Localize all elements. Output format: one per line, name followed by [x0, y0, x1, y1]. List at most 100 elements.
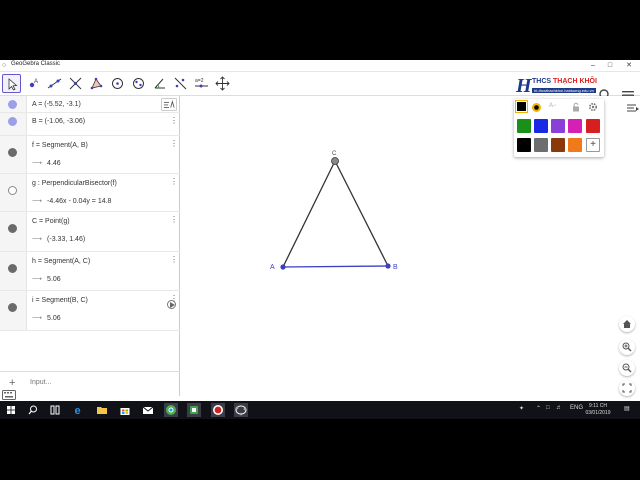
search-taskbar-icon[interactable]: [26, 403, 40, 417]
algebra-value: ⟶(-3.33, 1.46): [32, 235, 85, 243]
home-view-button[interactable]: [619, 316, 635, 332]
svg-text:A: A: [34, 79, 38, 85]
keyboard-icon[interactable]: [2, 390, 16, 400]
algebra-style-button[interactable]: [161, 98, 177, 111]
minimize-button[interactable]: –: [586, 60, 600, 72]
chrome-icon[interactable]: [164, 403, 178, 417]
visibility-toggle[interactable]: [8, 303, 17, 312]
algebra-value-text: 5.06: [47, 276, 61, 283]
notifications-icon[interactable]: ▤: [624, 405, 630, 412]
segment-f[interactable]: [283, 266, 388, 267]
label-style-button[interactable]: A−: [549, 103, 557, 109]
more-options-icon[interactable]: ⋮: [170, 177, 174, 187]
file-explorer-icon[interactable]: [95, 403, 109, 417]
home-icon: [622, 319, 632, 329]
circle-tool[interactable]: [108, 74, 127, 93]
line-tool[interactable]: [45, 74, 64, 93]
color-swatch[interactable]: [517, 119, 531, 133]
algebra-input-row[interactable]: +: [0, 371, 180, 396]
color-swatch[interactable]: [586, 119, 600, 133]
visibility-toggle[interactable]: [8, 186, 17, 195]
segment-i[interactable]: [335, 161, 388, 266]
visibility-toggle[interactable]: [8, 148, 17, 157]
mail-icon[interactable]: [141, 403, 155, 417]
move-graphics-tool[interactable]: [213, 74, 232, 93]
maximize-button[interactable]: □: [603, 60, 617, 72]
screen-recorder-icon[interactable]: [211, 403, 225, 417]
volume-icon[interactable]: ♬: [556, 405, 562, 411]
angle-tool[interactable]: [150, 74, 169, 93]
animation-play-button[interactable]: [167, 300, 176, 309]
algebra-row[interactable]: B = (-1.06, -3.06) ⋮: [0, 113, 180, 136]
lock-icon[interactable]: [571, 102, 581, 112]
visibility-toggle[interactable]: [8, 117, 17, 126]
perpendicular-line-tool[interactable]: [66, 74, 85, 93]
ellipse-tool[interactable]: [129, 74, 148, 93]
slider-tool[interactable]: a=2: [192, 74, 211, 93]
network-icon[interactable]: □: [546, 405, 550, 411]
school-logo: H THCS THẠCH KHÔI ht-thcsthachkhoi.haidu…: [516, 75, 600, 97]
gear-icon[interactable]: [588, 102, 598, 112]
algebra-definition[interactable]: B = (-1.06, -3.06): [32, 118, 85, 125]
algebra-row[interactable]: A = (-5.52, -3.1): [0, 96, 180, 113]
algebra-input[interactable]: [30, 379, 170, 386]
visibility-toggle[interactable]: [8, 264, 17, 273]
more-options-icon[interactable]: ⋮: [170, 139, 174, 149]
polygon-tool[interactable]: [87, 74, 106, 93]
geogebra-taskbar-icon[interactable]: [234, 403, 248, 417]
edge-browser-icon[interactable]: e: [72, 403, 86, 417]
point-icon: A: [26, 76, 41, 91]
algebra-row[interactable]: C = Point(g) ⟶(-3.33, 1.46) ⋮: [0, 212, 180, 252]
algebra-definition[interactable]: h = Segment(A, C): [32, 258, 90, 265]
algebra-definition[interactable]: i = Segment(B, C): [32, 297, 88, 304]
color-swatch[interactable]: [568, 119, 582, 133]
zoom-in-button[interactable]: [619, 339, 635, 355]
more-options-icon[interactable]: ⋮: [170, 116, 174, 126]
algebra-row[interactable]: f = Segment(A, B) ⟶4.46 ⋮: [0, 136, 180, 174]
point-style-icon[interactable]: [531, 102, 542, 113]
add-input-icon[interactable]: +: [9, 377, 15, 389]
visibility-toggle[interactable]: [8, 100, 17, 109]
color-button[interactable]: [516, 101, 527, 112]
green-app-icon[interactable]: [187, 403, 201, 417]
visibility-toggle[interactable]: [8, 224, 17, 233]
people-icon[interactable]: ✦: [519, 405, 524, 412]
algebra-row[interactable]: i = Segment(B, C)⟶5.06⋮: [0, 291, 180, 331]
more-options-icon[interactable]: ⋮: [170, 255, 174, 265]
store-icon[interactable]: [118, 403, 132, 417]
color-swatch[interactable]: [534, 119, 548, 133]
segment-h[interactable]: [283, 161, 335, 267]
windows-start-icon[interactable]: [4, 403, 18, 417]
point-c-label: C: [332, 151, 337, 157]
graphics-style-bar-toggle[interactable]: [625, 103, 639, 115]
tray-chevron-icon[interactable]: ⌃: [536, 405, 541, 412]
algebra-definition[interactable]: f = Segment(A, B): [32, 142, 88, 149]
color-swatch[interactable]: [551, 119, 565, 133]
more-options-icon[interactable]: ⋮: [170, 215, 174, 225]
zoom-out-button[interactable]: [619, 360, 635, 376]
point-a[interactable]: [280, 264, 285, 269]
color-swatch[interactable]: [568, 138, 582, 152]
move-tool[interactable]: [2, 74, 21, 93]
algebra-definition[interactable]: g : PerpendicularBisector(f): [32, 180, 117, 187]
zoom-in-icon: [622, 342, 632, 352]
reflect-tool[interactable]: [171, 74, 190, 93]
fullscreen-button[interactable]: [619, 380, 635, 396]
close-button[interactable]: ✕: [622, 60, 636, 72]
color-swatch[interactable]: [534, 138, 548, 152]
algebra-row[interactable]: h = Segment(A, C)⟶5.06⋮: [0, 252, 180, 291]
color-swatch[interactable]: [517, 138, 531, 152]
point-b[interactable]: [385, 263, 390, 268]
algebra-definition[interactable]: C = Point(g): [32, 218, 70, 225]
clock[interactable]: 9:11 CH03/01/2019: [582, 403, 614, 417]
task-view-icon[interactable]: [48, 403, 62, 417]
color-swatch[interactable]: [551, 138, 565, 152]
clock-date: 03/01/2019: [582, 410, 614, 417]
add-color-button[interactable]: +: [586, 138, 600, 152]
algebra-value: ⟶4.46: [32, 159, 61, 167]
point-c[interactable]: [332, 158, 339, 165]
toolbar: A a=2 H THCS THẠCH KHÔI: [0, 72, 640, 96]
point-tool[interactable]: A: [24, 74, 43, 93]
algebra-definition[interactable]: A = (-5.52, -3.1): [32, 101, 81, 108]
algebra-row[interactable]: g : PerpendicularBisector(f)⟶-4.46x - 0.…: [0, 174, 180, 212]
